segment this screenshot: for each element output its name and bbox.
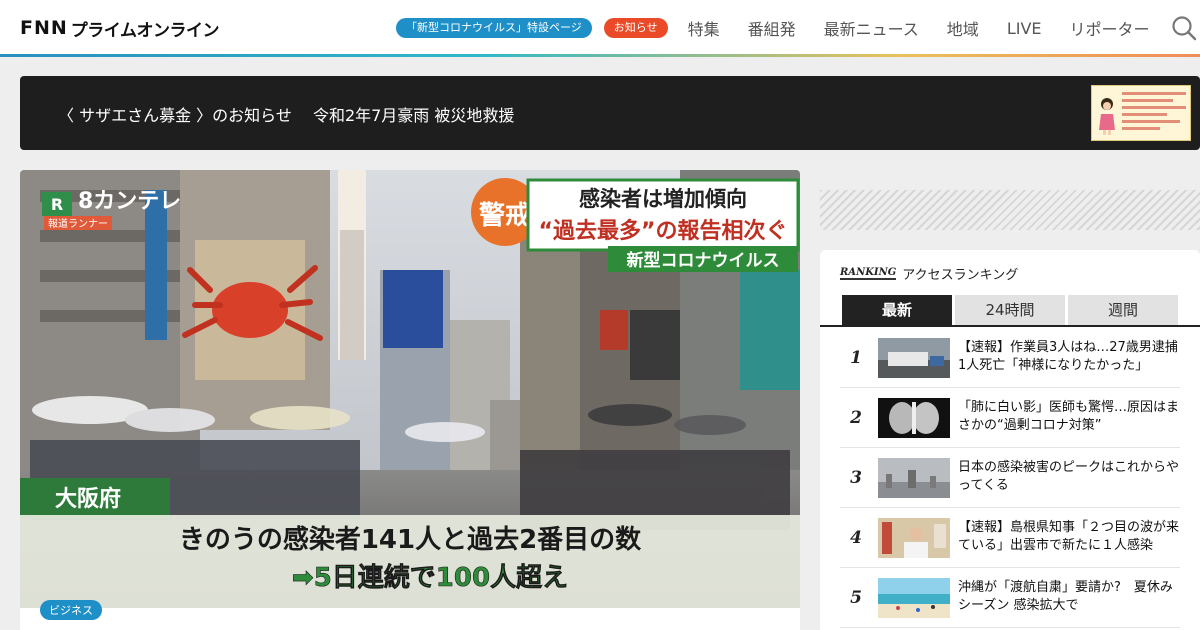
rank-headline[interactable]: 【速報】島根県知事「２つ目の波が来ている」出雲市で新たに１人感染 xyxy=(958,519,1182,555)
nav-item-features[interactable]: 特集 xyxy=(688,16,720,40)
rank-thumbnail[interactable] xyxy=(878,518,950,558)
ranking-item[interactable]: 4 【速報】島根県知事「２つ目の波が来ている」出雲市で新たに１人感染 xyxy=(840,508,1180,568)
nav-item-reporter[interactable]: リポーター xyxy=(1070,16,1150,40)
main-nav: 「新型コロナウイルス」特設ページ お知らせ 特集 番組発 最新ニュース 地域 L… xyxy=(396,0,1150,56)
header-accent-line xyxy=(0,54,1200,57)
rank-thumbnail[interactable] xyxy=(878,338,950,378)
rank-headline[interactable]: 「肺に白い影」医師も驚愕…原因はまさかの“過剰コロナ対策” xyxy=(958,399,1182,435)
ranking-title: アクセスランキング xyxy=(902,268,1019,283)
search-icon[interactable] xyxy=(1171,15,1197,41)
svg-text:R: R xyxy=(51,195,63,214)
corona-special-link[interactable]: 「新型コロナウイルス」特設ページ xyxy=(396,18,592,38)
featured-article[interactable]: 警戒 感染者は増加傾向 “過去最多”の報告相次ぐ 新型コロナウイルス R 8カン… xyxy=(20,170,800,630)
ranking-item[interactable]: 5 沖縄が「渡航自粛」要請か? 夏休みシーズン 感染拡大で xyxy=(840,568,1180,628)
tab-latest[interactable]: 最新 xyxy=(842,295,952,325)
access-ranking: RANKING アクセスランキング 最新 24時間 週間 1 【速報】作業員3人… xyxy=(820,250,1200,630)
category-tag[interactable]: ビジネス xyxy=(40,600,102,620)
ranking-item[interactable]: 3 日本の感染被害のピークはこれからやってくる xyxy=(840,448,1180,508)
headline-line-2: “過去最多”の報告相次ぐ xyxy=(539,218,788,244)
location-telop: 大阪府 xyxy=(55,486,121,512)
alert-badge-text: 警戒 xyxy=(479,200,531,231)
sazae-character-icon xyxy=(1099,98,1115,135)
nav-item-latest-news[interactable]: 最新ニュース xyxy=(824,16,919,40)
rank-thumbnail[interactable] xyxy=(878,398,950,438)
rank-thumbnail[interactable] xyxy=(878,578,950,618)
ad-placeholder xyxy=(820,190,1200,230)
ranking-item[interactable]: 1 【速報】作業員3人はね…27歳男逮捕 1人死亡「神様になりたかった」 xyxy=(840,328,1191,388)
announcement-banner[interactable]: 〈 サザエさん募金 〉のお知らせ 令和2年7月豪雨 被災地救援 xyxy=(20,76,1200,150)
station-logo: 8カンテレ xyxy=(78,189,181,214)
nav-item-region[interactable]: 地域 xyxy=(947,16,979,40)
caption-line-2: ➡5日連続で100人超え xyxy=(292,562,568,593)
ranking-list: 1 【速報】作業員3人はね…27歳男逮捕 1人死亡「神様になりたかった」 2 「… xyxy=(840,328,1191,628)
rank-number: 5 xyxy=(850,588,862,608)
caption-line-1: きのうの感染者141人と過去2番目の数 xyxy=(179,525,642,555)
nav-item-programs[interactable]: 番組発 xyxy=(748,16,796,40)
ranking-logo: RANKING xyxy=(840,266,897,280)
ranking-header: RANKING アクセスランキング xyxy=(840,264,1018,283)
rank-thumbnail[interactable] xyxy=(878,458,950,498)
site-logo[interactable]: FNN プライムオンライン xyxy=(20,16,220,41)
street-scene-image: 警戒 感染者は増加傾向 “過去最多”の報告相次ぐ 新型コロナウイルス R 8カン… xyxy=(20,170,800,608)
headline-line-1: 感染者は増加傾向 xyxy=(579,187,747,211)
banner-thumbnail[interactable] xyxy=(1091,85,1191,141)
banner-thumb-text-lines xyxy=(1122,92,1186,134)
ranking-item[interactable]: 2 「肺に白い影」医師も驚愕…原因はまさかの“過剰コロナ対策” xyxy=(840,388,1180,448)
logo-title: プライムオンライン xyxy=(70,20,220,41)
rank-number: 3 xyxy=(850,468,862,488)
rank-headline[interactable]: 【速報】作業員3人はね…27歳男逮捕 1人死亡「神様になりたかった」 xyxy=(958,339,1191,375)
rank-number: 4 xyxy=(850,528,862,548)
tab-24h[interactable]: 24時間 xyxy=(955,295,1065,325)
tab-weekly[interactable]: 週間 xyxy=(1068,295,1178,325)
station-sub: 報道ランナー xyxy=(48,217,108,230)
rank-number: 2 xyxy=(850,408,862,428)
rank-number: 1 xyxy=(850,348,862,368)
nav-item-live[interactable]: LIVE xyxy=(1007,19,1042,38)
rank-headline[interactable]: 沖縄が「渡航自粛」要請か? 夏休みシーズン 感染拡大で xyxy=(958,579,1182,615)
site-header: FNN プライムオンライン 「新型コロナウイルス」特設ページ お知らせ 特集 番… xyxy=(0,0,1200,56)
topic-label: 新型コロナウイルス xyxy=(627,250,780,271)
notice-link[interactable]: お知らせ xyxy=(603,18,668,38)
logo-fnn: FNN xyxy=(20,17,68,39)
banner-text[interactable]: 〈 サザエさん募金 〉のお知らせ 令和2年7月豪雨 被災地救援 xyxy=(58,102,514,126)
ranking-tabs: 最新 24時間 週間 xyxy=(842,295,1181,325)
rank-headline[interactable]: 日本の感染被害のピークはこれからやってくる xyxy=(958,459,1182,495)
featured-article-image[interactable]: 警戒 感染者は増加傾向 “過去最多”の報告相次ぐ 新型コロナウイルス R 8カン… xyxy=(20,170,800,608)
tabs-underline xyxy=(820,325,1200,327)
